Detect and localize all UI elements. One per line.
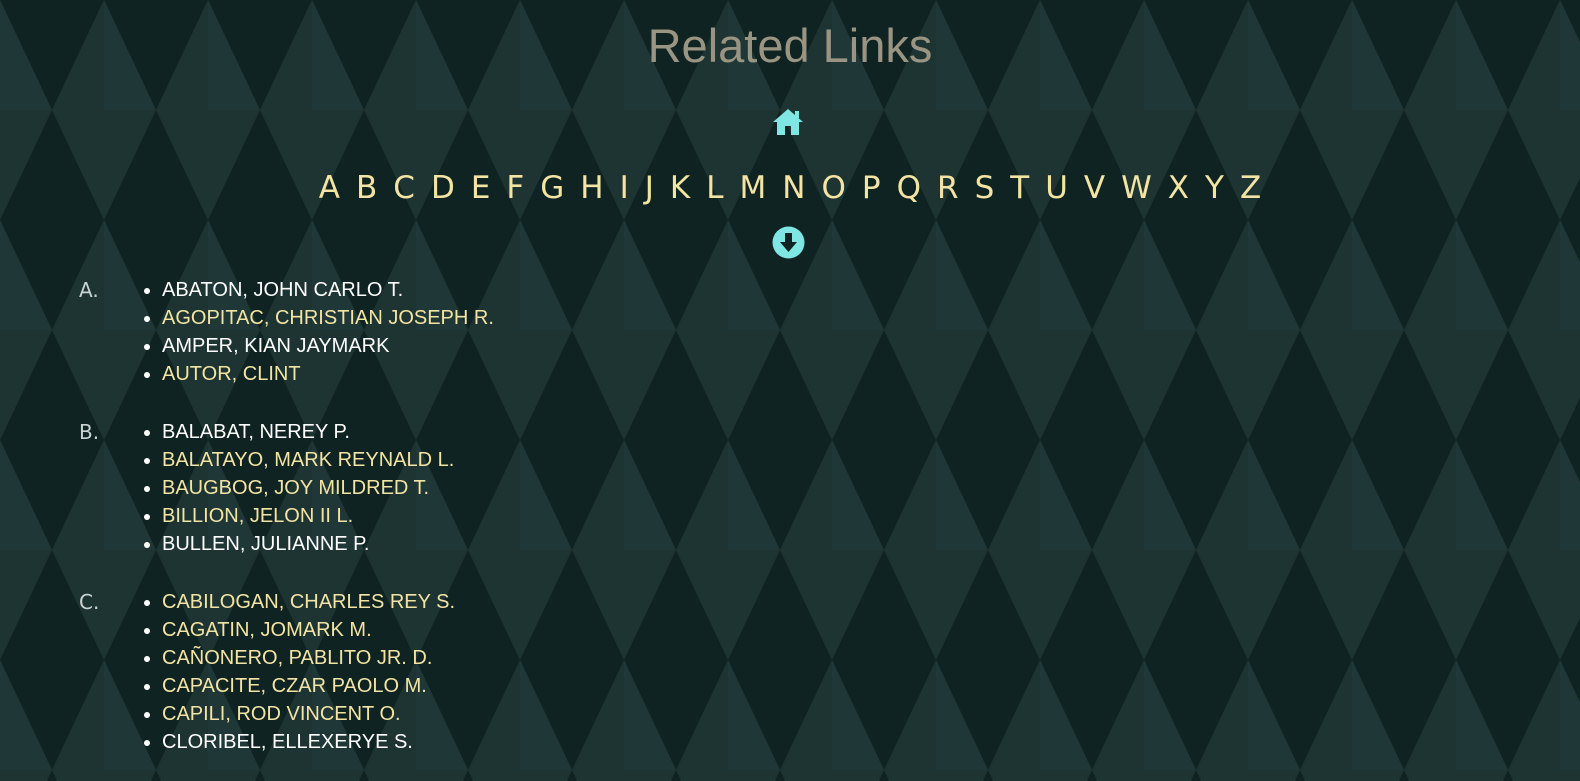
alphabet-link-w[interactable]: W (1121, 168, 1152, 208)
alphabet-link-f[interactable]: F (506, 168, 524, 208)
name-list-item: CAPACITE, CZAR PAOLO M. (144, 672, 900, 700)
home-button[interactable] (771, 107, 805, 137)
group-letter-label: B. (79, 420, 100, 444)
alphabet-link-n[interactable]: N (782, 168, 805, 208)
name-list-item: AMPER, KIAN JAYMARK (144, 332, 900, 360)
name-link[interactable]: ABATON, JOHN CARLO T. (162, 279, 403, 301)
alphabet-nav: ABCDEFGHIJKLMNOPQRSTUVWXYZ (0, 168, 1580, 208)
alphabet-link-v[interactable]: V (1084, 168, 1105, 208)
alphabet-link-q[interactable]: Q (897, 168, 921, 208)
page-title: Related Links (647, 19, 933, 72)
name-list: ABATON, JOHN CARLO T. AGOPITAC, CHRISTIAN… (0, 276, 900, 388)
alphabet-link-e[interactable]: E (471, 168, 491, 208)
name-list: BALABAT, NEREY P. BALATAYO, MARK REYNALD … (0, 418, 900, 558)
name-link[interactable]: AMPER, KIAN JAYMARK (162, 335, 389, 357)
alphabet-link-s[interactable]: S (975, 168, 995, 208)
name-groups: A. ABATON, JOHN CARLO T. AGOPITAC, CHRISTI… (0, 276, 900, 781)
alphabet-link-m[interactable]: M (740, 168, 767, 208)
name-link[interactable]: AGOPITAC, CHRISTIAN JOSEPH R. (162, 307, 494, 329)
alphabet-link-d[interactable]: D (431, 168, 455, 208)
alphabet-link-l[interactable]: L (706, 168, 723, 208)
name-list-item: CAGATIN, JOMARK M. (144, 616, 900, 644)
name-list-item: AUTOR, CLINT (144, 360, 900, 388)
name-link[interactable]: BALABAT, NEREY P. (162, 421, 350, 443)
name-list: CABILOGAN, CHARLES REY S. CAGATIN, JOMARK… (0, 588, 900, 756)
arrow-circle-down-icon (772, 226, 805, 259)
name-list-item: BILLION, JELON II L. (144, 502, 900, 530)
name-list-item: CAPILI, ROD VINCENT O. (144, 700, 900, 728)
home-icon (773, 109, 803, 135)
name-link[interactable]: BAUGBOG, JOY MILDRED T. (162, 477, 429, 499)
scroll-down-button[interactable] (772, 226, 805, 259)
name-link[interactable]: CAÑONERO, PABLITO JR. D. (162, 647, 432, 669)
name-list-item: ABATON, JOHN CARLO T. (144, 276, 900, 304)
name-list-item: CABILOGAN, CHARLES REY S. (144, 588, 900, 616)
alphabet-link-a[interactable]: A (319, 168, 340, 208)
name-list-item: AGOPITAC, CHRISTIAN JOSEPH R. (144, 304, 900, 332)
alphabet-link-b[interactable]: B (356, 168, 377, 208)
name-link[interactable]: CAGATIN, JOMARK M. (162, 619, 372, 641)
name-link[interactable]: BILLION, JELON II L. (162, 505, 353, 527)
alphabet-link-r[interactable]: R (937, 168, 959, 208)
letter-group: B. BALABAT, NEREY P. BALATAYO, MARK REYNAL… (0, 418, 900, 558)
name-list-item: BALATAYO, MARK REYNALD L. (144, 446, 900, 474)
name-link[interactable]: BULLEN, JULIANNE P. (162, 533, 370, 555)
name-list-item: BULLEN, JULIANNE P. (144, 530, 900, 558)
alphabet-link-o[interactable]: O (822, 168, 846, 208)
alphabet-link-i[interactable]: I (620, 168, 629, 208)
alphabet-link-h[interactable]: H (580, 168, 603, 208)
name-link[interactable]: BALATAYO, MARK REYNALD L. (162, 449, 454, 471)
letter-group: C. CABILOGAN, CHARLES REY S. CAGATIN, JOMA… (0, 588, 900, 756)
group-letter-label: C. (79, 590, 100, 614)
name-link[interactable]: CAPACITE, CZAR PAOLO M. (162, 675, 427, 697)
alphabet-link-k[interactable]: K (670, 168, 690, 208)
name-list-item: BAUGBOG, JOY MILDRED T. (144, 474, 900, 502)
alphabet-link-g[interactable]: G (540, 168, 564, 208)
name-link[interactable]: CABILOGAN, CHARLES REY S. (162, 591, 455, 613)
alphabet-link-p[interactable]: P (862, 168, 881, 208)
name-link[interactable]: AUTOR, CLINT (162, 363, 301, 385)
name-link[interactable]: CLORIBEL, ELLEXERYE S. (162, 731, 413, 753)
alphabet-link-j[interactable]: J (645, 168, 654, 208)
name-list-item: CAÑONERO, PABLITO JR. D. (144, 644, 900, 672)
alphabet-link-c[interactable]: C (393, 168, 415, 208)
group-letter-label: A. (79, 278, 99, 302)
alphabet-link-y[interactable]: Y (1205, 168, 1224, 208)
alphabet-link-t[interactable]: T (1010, 168, 1029, 208)
page-content: Related Links ABCDEFGHIJKLMNOPQRSTUVWXYZ… (0, 0, 1580, 781)
name-link[interactable]: CAPILI, ROD VINCENT O. (162, 703, 401, 725)
alphabet-link-x[interactable]: X (1168, 168, 1189, 208)
alphabet-link-u[interactable]: U (1045, 168, 1068, 208)
letter-group: A. ABATON, JOHN CARLO T. AGOPITAC, CHRISTI… (0, 276, 900, 388)
alphabet-link-z[interactable]: Z (1240, 168, 1261, 208)
name-list-item: BALABAT, NEREY P. (144, 418, 900, 446)
name-list-item: CLORIBEL, ELLEXERYE S. (144, 728, 900, 756)
